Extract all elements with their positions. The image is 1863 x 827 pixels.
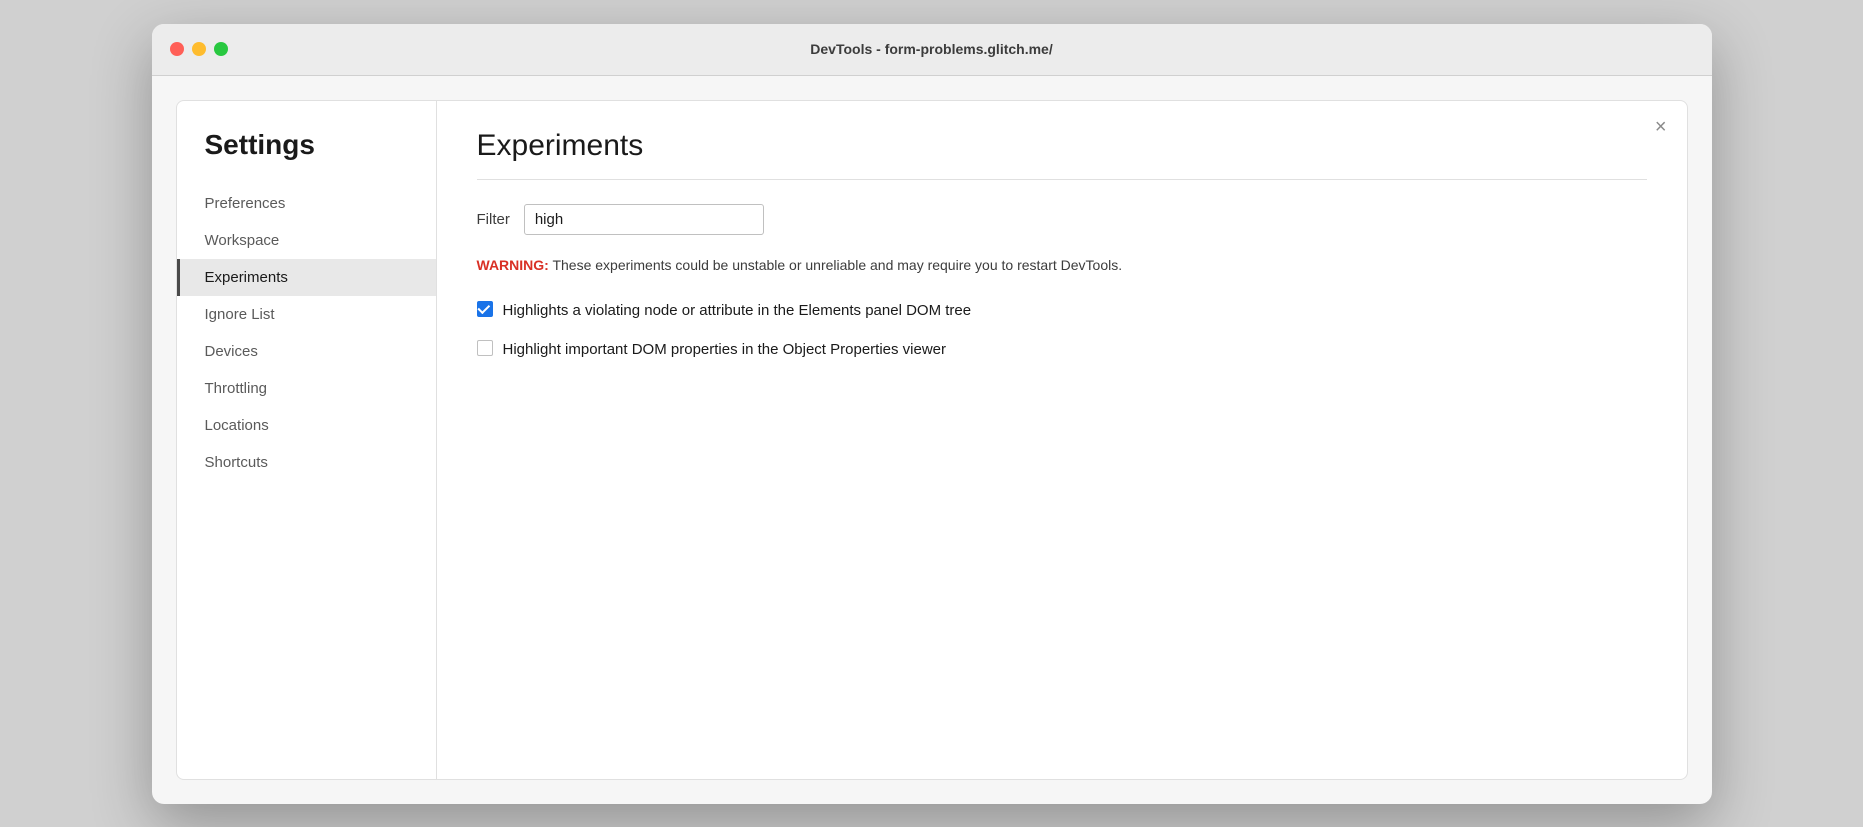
sidebar-label-ignore-list: Ignore List — [205, 306, 275, 323]
sidebar-label-workspace: Workspace — [205, 232, 280, 249]
sidebar-heading: Settings — [177, 129, 436, 185]
experiment-item-1: Highlights a violating node or attribute… — [477, 300, 1647, 321]
sidebar-item-locations[interactable]: Locations — [177, 407, 436, 444]
warning-message: WARNING: These experiments could be unst… — [477, 255, 1647, 276]
devtools-window: DevTools - form-problems.glitch.me/ Sett… — [152, 24, 1712, 804]
sidebar-label-throttling: Throttling — [205, 380, 268, 397]
experiment-checkbox-2[interactable] — [477, 340, 493, 356]
window-title: DevTools - form-problems.glitch.me/ — [810, 41, 1052, 57]
warning-label: WARNING: — [477, 257, 549, 273]
sidebar-label-experiments: Experiments — [205, 269, 288, 286]
maximize-traffic-light[interactable] — [214, 42, 228, 56]
filter-input[interactable] — [524, 204, 764, 235]
close-button[interactable]: × — [1655, 117, 1667, 137]
close-traffic-light[interactable] — [170, 42, 184, 56]
filter-row: Filter — [477, 204, 1647, 235]
experiment-item-2: Highlight important DOM properties in th… — [477, 339, 1647, 360]
sidebar-label-devices: Devices — [205, 343, 258, 360]
sidebar-item-ignore-list[interactable]: Ignore List — [177, 296, 436, 333]
sidebar-item-workspace[interactable]: Workspace — [177, 222, 436, 259]
filter-label: Filter — [477, 211, 510, 228]
warning-body: These experiments could be unstable or u… — [552, 257, 1122, 273]
window-body: Settings Preferences Workspace Experimen… — [176, 100, 1688, 780]
sidebar-label-locations: Locations — [205, 417, 269, 434]
sidebar-label-preferences: Preferences — [205, 195, 286, 212]
experiment-checkbox-1[interactable] — [477, 301, 493, 317]
sidebar-item-devices[interactable]: Devices — [177, 333, 436, 370]
minimize-traffic-light[interactable] — [192, 42, 206, 56]
sidebar-item-throttling[interactable]: Throttling — [177, 370, 436, 407]
sidebar-label-shortcuts: Shortcuts — [205, 454, 268, 471]
experiment-label-1[interactable]: Highlights a violating node or attribute… — [503, 300, 972, 321]
experiment-label-2[interactable]: Highlight important DOM properties in th… — [503, 339, 947, 360]
sidebar-item-preferences[interactable]: Preferences — [177, 185, 436, 222]
titlebar: DevTools - form-problems.glitch.me/ — [152, 24, 1712, 76]
sidebar: Settings Preferences Workspace Experimen… — [177, 101, 437, 779]
sidebar-item-shortcuts[interactable]: Shortcuts — [177, 444, 436, 481]
divider — [477, 179, 1647, 180]
sidebar-item-experiments[interactable]: Experiments — [177, 259, 436, 296]
traffic-lights — [170, 42, 228, 56]
page-title: Experiments — [477, 129, 1647, 163]
main-content: × Experiments Filter WARNING: These expe… — [437, 101, 1687, 779]
